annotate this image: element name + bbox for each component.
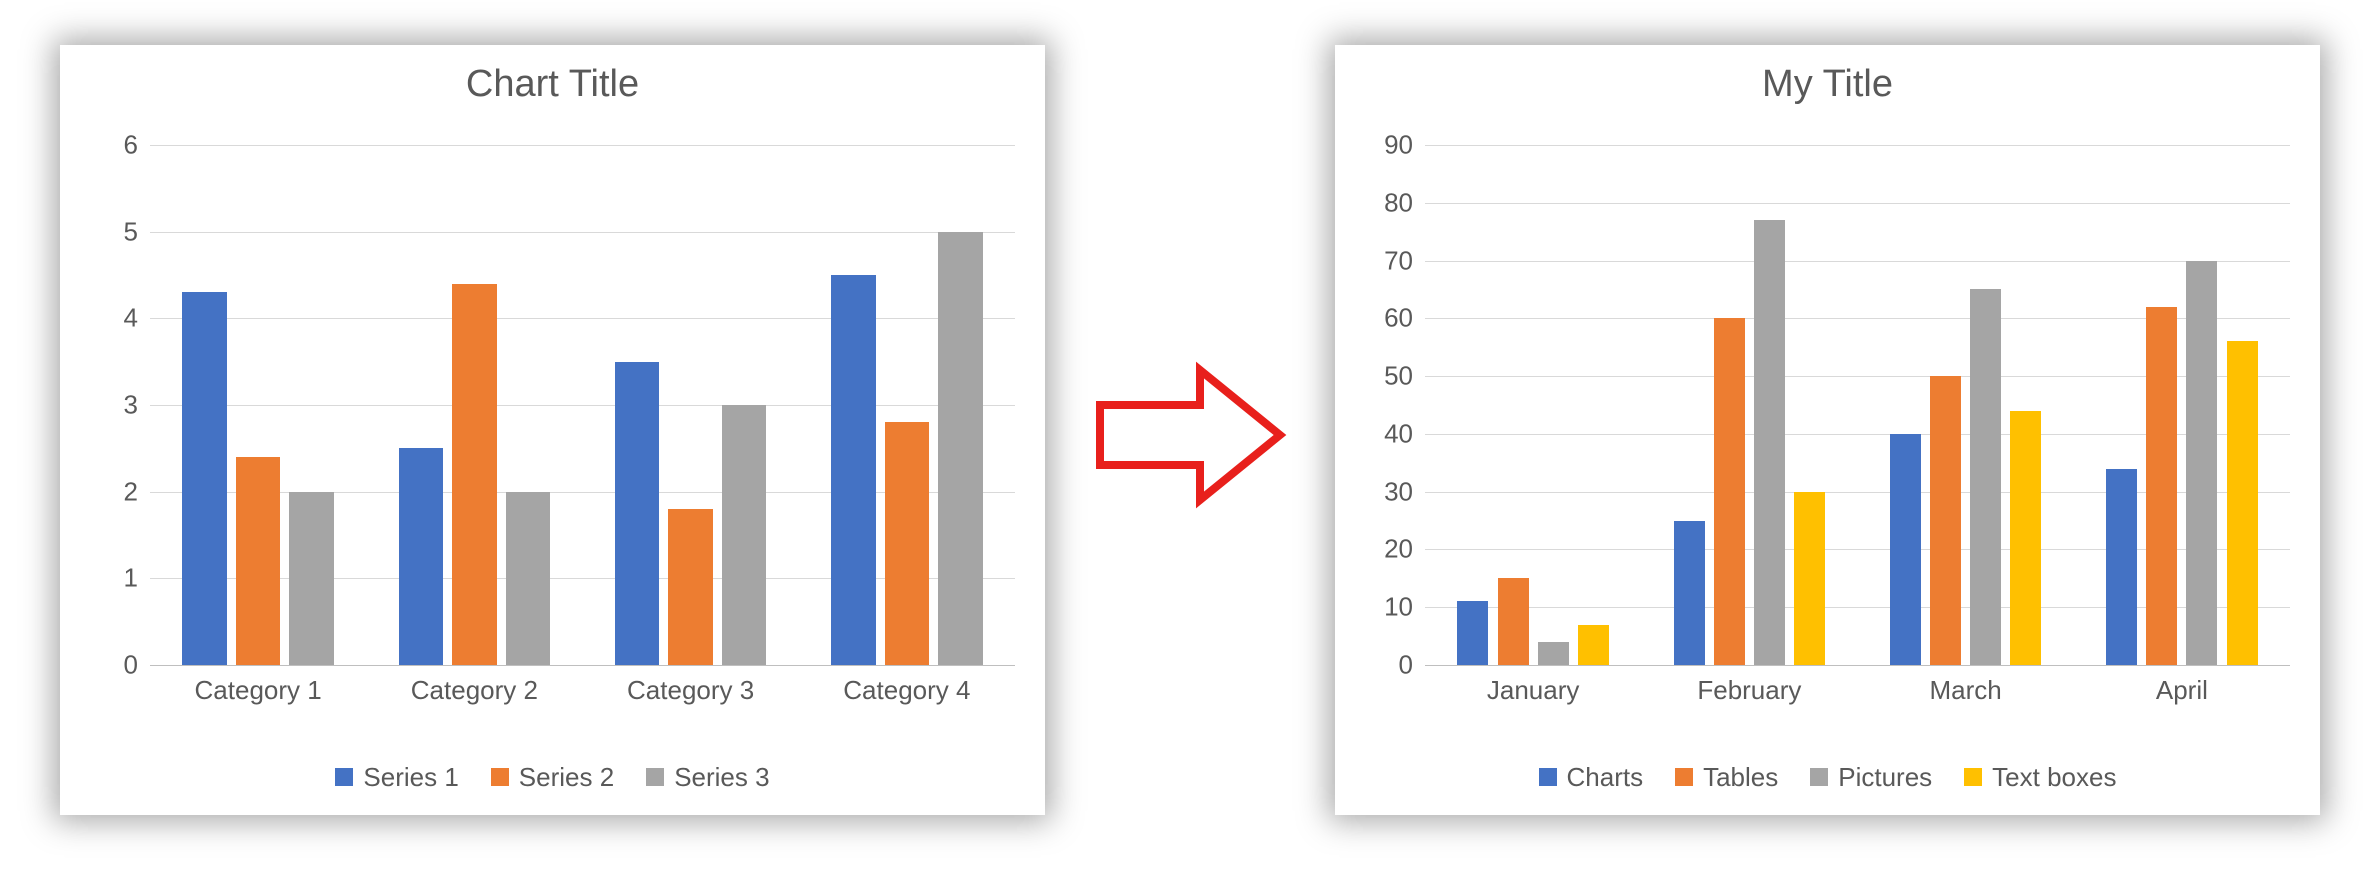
x-tick-label: March	[1930, 665, 2002, 706]
bar	[1890, 434, 1921, 665]
y-tick-label: 4	[124, 303, 150, 334]
y-tick-label: 1	[124, 563, 150, 594]
x-tick-label: Category 1	[195, 665, 322, 706]
y-tick-label: 20	[1384, 534, 1425, 565]
gridline	[150, 232, 1015, 233]
gridline	[1425, 261, 2290, 262]
bar	[1538, 642, 1569, 665]
x-tick-label: April	[2156, 665, 2208, 706]
legend-swatch	[1539, 768, 1557, 786]
y-tick-label: 60	[1384, 303, 1425, 334]
y-tick-label: 80	[1384, 187, 1425, 218]
y-tick-label: 90	[1384, 130, 1425, 161]
bar	[668, 509, 712, 665]
plot-area-right: 0102030405060708090JanuaryFebruaryMarchA…	[1425, 145, 2290, 665]
gridline	[150, 405, 1015, 406]
chart-panel-right: My Title 0102030405060708090JanuaryFebru…	[1335, 45, 2320, 815]
y-tick-label: 5	[124, 216, 150, 247]
bar	[1578, 625, 1609, 665]
legend-left: Series 1 Series 2 Series 3	[60, 762, 1045, 794]
legend-swatch	[646, 768, 664, 786]
y-tick-label: 10	[1384, 592, 1425, 623]
legend-swatch	[1964, 768, 1982, 786]
legend-swatch	[491, 768, 509, 786]
legend-item: Series 3	[646, 762, 769, 793]
bar	[1674, 521, 1705, 665]
y-tick-label: 3	[124, 390, 150, 421]
bar	[236, 457, 280, 665]
bar	[1457, 601, 1488, 665]
legend-item: Series 1	[335, 762, 458, 793]
stage: Chart Title 0123456Category 1Category 2C…	[0, 0, 2380, 873]
bar	[1754, 220, 1785, 665]
legend-swatch	[1675, 768, 1693, 786]
chart-title-right: My Title	[1335, 45, 2320, 123]
y-tick-label: 0	[124, 650, 150, 681]
legend-item: Tables	[1675, 762, 1778, 793]
y-tick-label: 70	[1384, 245, 1425, 276]
bar	[2106, 469, 2137, 665]
plot-area-left: 0123456Category 1Category 2Category 3Cat…	[150, 145, 1015, 665]
bar	[1930, 376, 1961, 665]
y-tick-label: 2	[124, 476, 150, 507]
chart-title-left: Chart Title	[60, 45, 1045, 123]
legend-label: Series 2	[519, 762, 614, 793]
legend-right: Charts Tables Pictures Text boxes	[1335, 762, 2320, 794]
legend-swatch	[1810, 768, 1828, 786]
bar	[452, 284, 496, 665]
x-tick-label: January	[1487, 665, 1580, 706]
x-tick-label: Category 3	[627, 665, 754, 706]
legend-label: Tables	[1703, 762, 1778, 793]
gridline	[150, 318, 1015, 319]
gridline	[150, 145, 1015, 146]
bar	[289, 492, 333, 665]
y-tick-label: 6	[124, 130, 150, 161]
legend-item: Series 2	[491, 762, 614, 793]
chart-panel-left: Chart Title 0123456Category 1Category 2C…	[60, 45, 1045, 815]
y-tick-label: 30	[1384, 476, 1425, 507]
bar	[399, 448, 443, 665]
bar	[1794, 492, 1825, 665]
bar	[182, 292, 226, 665]
bar	[885, 422, 929, 665]
y-tick-label: 0	[1399, 650, 1425, 681]
legend-label: Series 3	[674, 762, 769, 793]
bar	[2146, 307, 2177, 665]
y-tick-label: 50	[1384, 361, 1425, 392]
legend-label: Text boxes	[1992, 762, 2116, 793]
arrow-right-icon	[1090, 360, 1290, 510]
bar	[1498, 578, 1529, 665]
bar	[1714, 318, 1745, 665]
legend-item: Charts	[1539, 762, 1644, 793]
bar	[831, 275, 875, 665]
gridline	[1425, 203, 2290, 204]
legend-label: Charts	[1567, 762, 1644, 793]
bar	[722, 405, 766, 665]
legend-label: Series 1	[363, 762, 458, 793]
x-tick-label: February	[1697, 665, 1801, 706]
legend-swatch	[335, 768, 353, 786]
gridline	[1425, 145, 2290, 146]
bar	[506, 492, 550, 665]
legend-item: Pictures	[1810, 762, 1932, 793]
bar	[2186, 261, 2217, 665]
bar	[615, 362, 659, 665]
bar	[1970, 289, 2001, 665]
bar	[938, 232, 982, 665]
bar	[2227, 341, 2258, 665]
legend-label: Pictures	[1838, 762, 1932, 793]
y-tick-label: 40	[1384, 418, 1425, 449]
x-tick-label: Category 4	[843, 665, 970, 706]
x-tick-label: Category 2	[411, 665, 538, 706]
legend-item: Text boxes	[1964, 762, 2116, 793]
bar	[2010, 411, 2041, 665]
